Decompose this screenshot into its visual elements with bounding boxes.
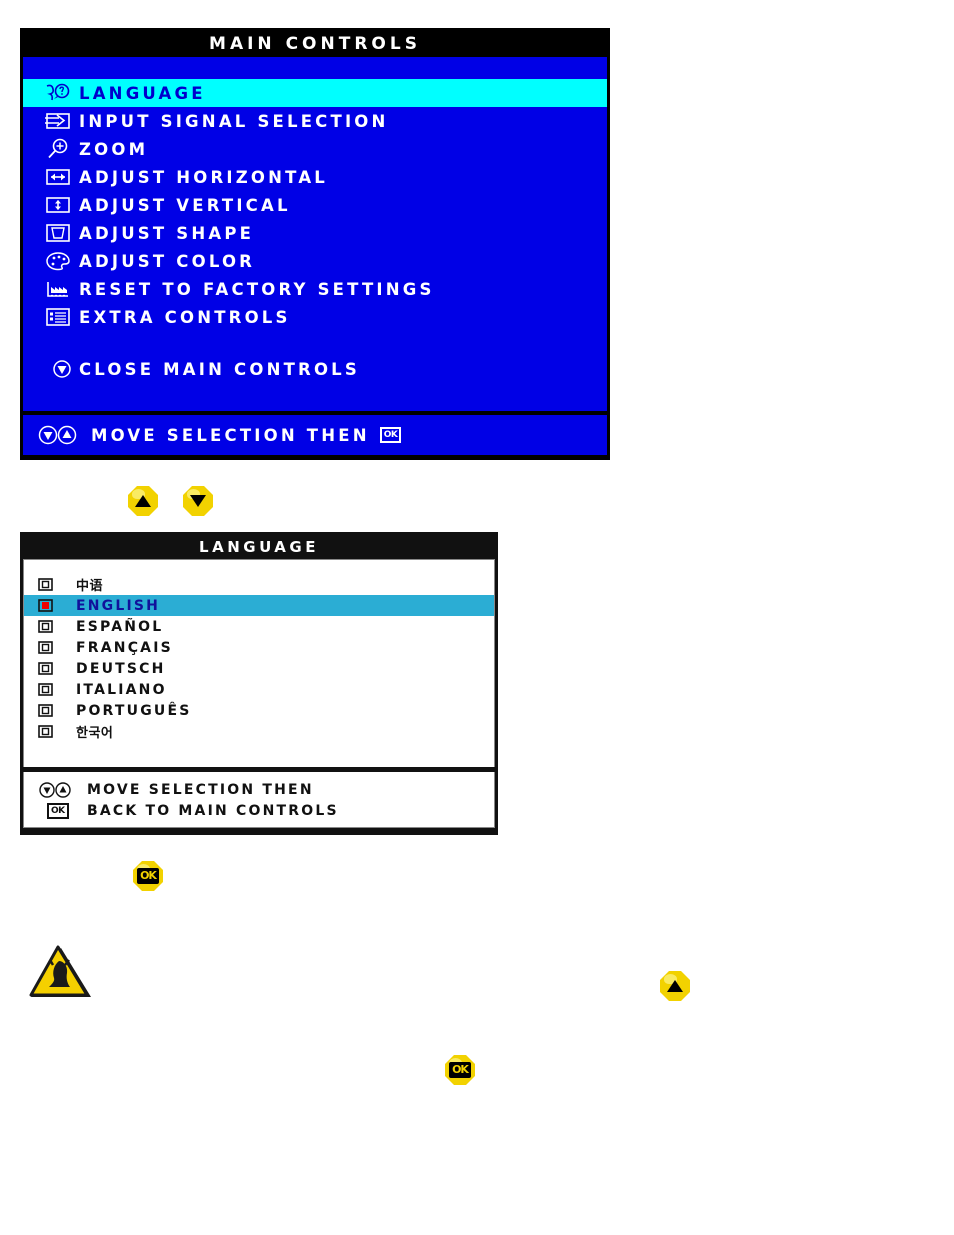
radio-unselected-icon: [38, 641, 76, 654]
factory-icon: [37, 277, 79, 301]
main-controls-menu-list: LANGUAGE INPUT SIGNAL SELECTION ZOOM ADJ…: [23, 57, 607, 411]
footer-hint-move-selection: MOVE SELECTION THEN: [38, 779, 494, 800]
ok-label: OK: [449, 1062, 471, 1078]
language-option-label: PORTUGUÊS: [76, 702, 192, 719]
vertical-arrows-icon: [37, 193, 79, 217]
menu-item-adjust-color[interactable]: ADJUST COLOR: [23, 247, 607, 275]
menu-item-label: LANGUAGE: [79, 83, 206, 103]
ok-label: OK: [137, 868, 159, 884]
down-up-arrow-icons: [37, 425, 81, 445]
language-option-label: 中语: [76, 579, 104, 594]
menu-item-label: CLOSE MAIN CONTROLS: [79, 359, 360, 379]
radio-selected-icon: [38, 599, 76, 612]
language-head-question-icon: [37, 81, 79, 105]
main-controls-footer-hint: MOVE SELECTION THEN OK: [23, 415, 607, 455]
menu-item-reset-to-factory-settings[interactable]: RESET TO FACTORY SETTINGS: [23, 275, 607, 303]
language-option-label: ENGLISH: [76, 597, 161, 614]
radio-unselected-icon: [38, 662, 76, 675]
down-arrow-circle-icon: [45, 357, 79, 381]
language-option-spanish[interactable]: ESPAÑOL: [24, 616, 494, 637]
main-controls-osd-panel: MAIN CONTROLS LANGUAGE INPUT SIGNAL SELE…: [20, 28, 610, 460]
language-option-label: 한국어: [76, 726, 114, 741]
ok-button-primary[interactable]: OK: [133, 861, 163, 891]
menu-item-label: RESET TO FACTORY SETTINGS: [79, 279, 435, 299]
ok-glyph-icon-wrapper: OK: [38, 802, 78, 819]
footer-hint-text: MOVE SELECTION THEN: [91, 425, 370, 445]
magnifier-plus-icon: [37, 137, 79, 161]
language-panel-footer-hint: MOVE SELECTION THEN OK BACK TO MAIN CONT…: [23, 772, 495, 828]
language-option-list: 中语 ENGLISH ESPAÑOL FRANÇAIS DEUTSCH ITAL…: [23, 559, 495, 767]
radio-unselected-icon: [38, 725, 76, 738]
language-option-english[interactable]: ENGLISH: [24, 595, 494, 616]
language-osd-panel: LANGUAGE 中语 ENGLISH ESPAÑOL FRANÇAIS DEU…: [20, 532, 498, 835]
menu-item-input-signal-selection[interactable]: INPUT SIGNAL SELECTION: [23, 107, 607, 135]
input-signal-arrow-icon: [37, 109, 79, 133]
menu-item-label: ADJUST COLOR: [79, 251, 256, 271]
up-arrow-button[interactable]: [128, 486, 158, 516]
footer-hint-wrapper: MOVE SELECTION THEN OK: [37, 425, 402, 445]
menu-item-extra-controls[interactable]: EXTRA CONTROLS: [23, 303, 607, 331]
menu-item-adjust-horizontal[interactable]: ADJUST HORIZONTAL: [23, 163, 607, 191]
language-option-label: ESPAÑOL: [76, 618, 164, 635]
down-up-arrow-icons: [38, 781, 78, 798]
menu-item-adjust-vertical[interactable]: ADJUST VERTICAL: [23, 191, 607, 219]
footer-hint-text-line1: MOVE SELECTION THEN: [87, 781, 314, 798]
main-controls-title: MAIN CONTROLS: [23, 31, 607, 57]
menu-item-language[interactable]: LANGUAGE: [23, 79, 607, 107]
up-arrow-button-right[interactable]: [660, 971, 690, 1001]
color-palette-icon: [37, 249, 79, 273]
triangle-down-icon: [190, 495, 206, 507]
menu-item-label: ADJUST SHAPE: [79, 223, 255, 243]
language-option-german[interactable]: DEUTSCH: [24, 658, 494, 679]
ok-button-secondary[interactable]: OK: [445, 1055, 475, 1085]
warning-caution-icon: [28, 945, 94, 1003]
down-arrow-button[interactable]: [183, 486, 213, 516]
language-option-portuguese[interactable]: PORTUGUÊS: [24, 700, 494, 721]
menu-item-label: EXTRA CONTROLS: [79, 307, 291, 327]
radio-unselected-icon: [38, 683, 76, 696]
menu-item-label: ADJUST VERTICAL: [79, 195, 291, 215]
menu-spacer: [23, 331, 607, 355]
radio-unselected-icon: [38, 620, 76, 633]
ok-glyph-icon: OK: [379, 427, 402, 443]
horizontal-arrows-icon: [37, 165, 79, 189]
menu-item-label: ZOOM: [79, 139, 149, 159]
language-option-korean[interactable]: 한국어: [24, 721, 494, 742]
language-option-label: FRANÇAIS: [76, 639, 173, 656]
triangle-up-icon: [135, 495, 151, 507]
triangle-up-icon: [667, 980, 683, 992]
radio-unselected-icon: [38, 578, 76, 591]
menu-item-label: INPUT SIGNAL SELECTION: [79, 111, 389, 131]
menu-item-zoom[interactable]: ZOOM: [23, 135, 607, 163]
language-option-italian[interactable]: ITALIANO: [24, 679, 494, 700]
menu-item-label: ADJUST HORIZONTAL: [79, 167, 329, 187]
language-option-french[interactable]: FRANÇAIS: [24, 637, 494, 658]
language-option-label: ITALIANO: [76, 681, 167, 698]
language-option-chinese[interactable]: 中语: [24, 574, 494, 595]
shape-frame-icon: [37, 221, 79, 245]
footer-hint-text-line2: BACK TO MAIN CONTROLS: [87, 802, 339, 819]
language-panel-title: LANGUAGE: [23, 535, 495, 559]
radio-unselected-icon: [38, 704, 76, 717]
language-option-label: DEUTSCH: [76, 660, 166, 677]
menu-item-close-main-controls[interactable]: CLOSE MAIN CONTROLS: [23, 355, 607, 383]
menu-item-adjust-shape[interactable]: ADJUST SHAPE: [23, 219, 607, 247]
footer-hint-back-to-main: OK BACK TO MAIN CONTROLS: [38, 800, 494, 821]
list-lines-icon: [37, 305, 79, 329]
ok-glyph-icon: OK: [47, 802, 69, 819]
